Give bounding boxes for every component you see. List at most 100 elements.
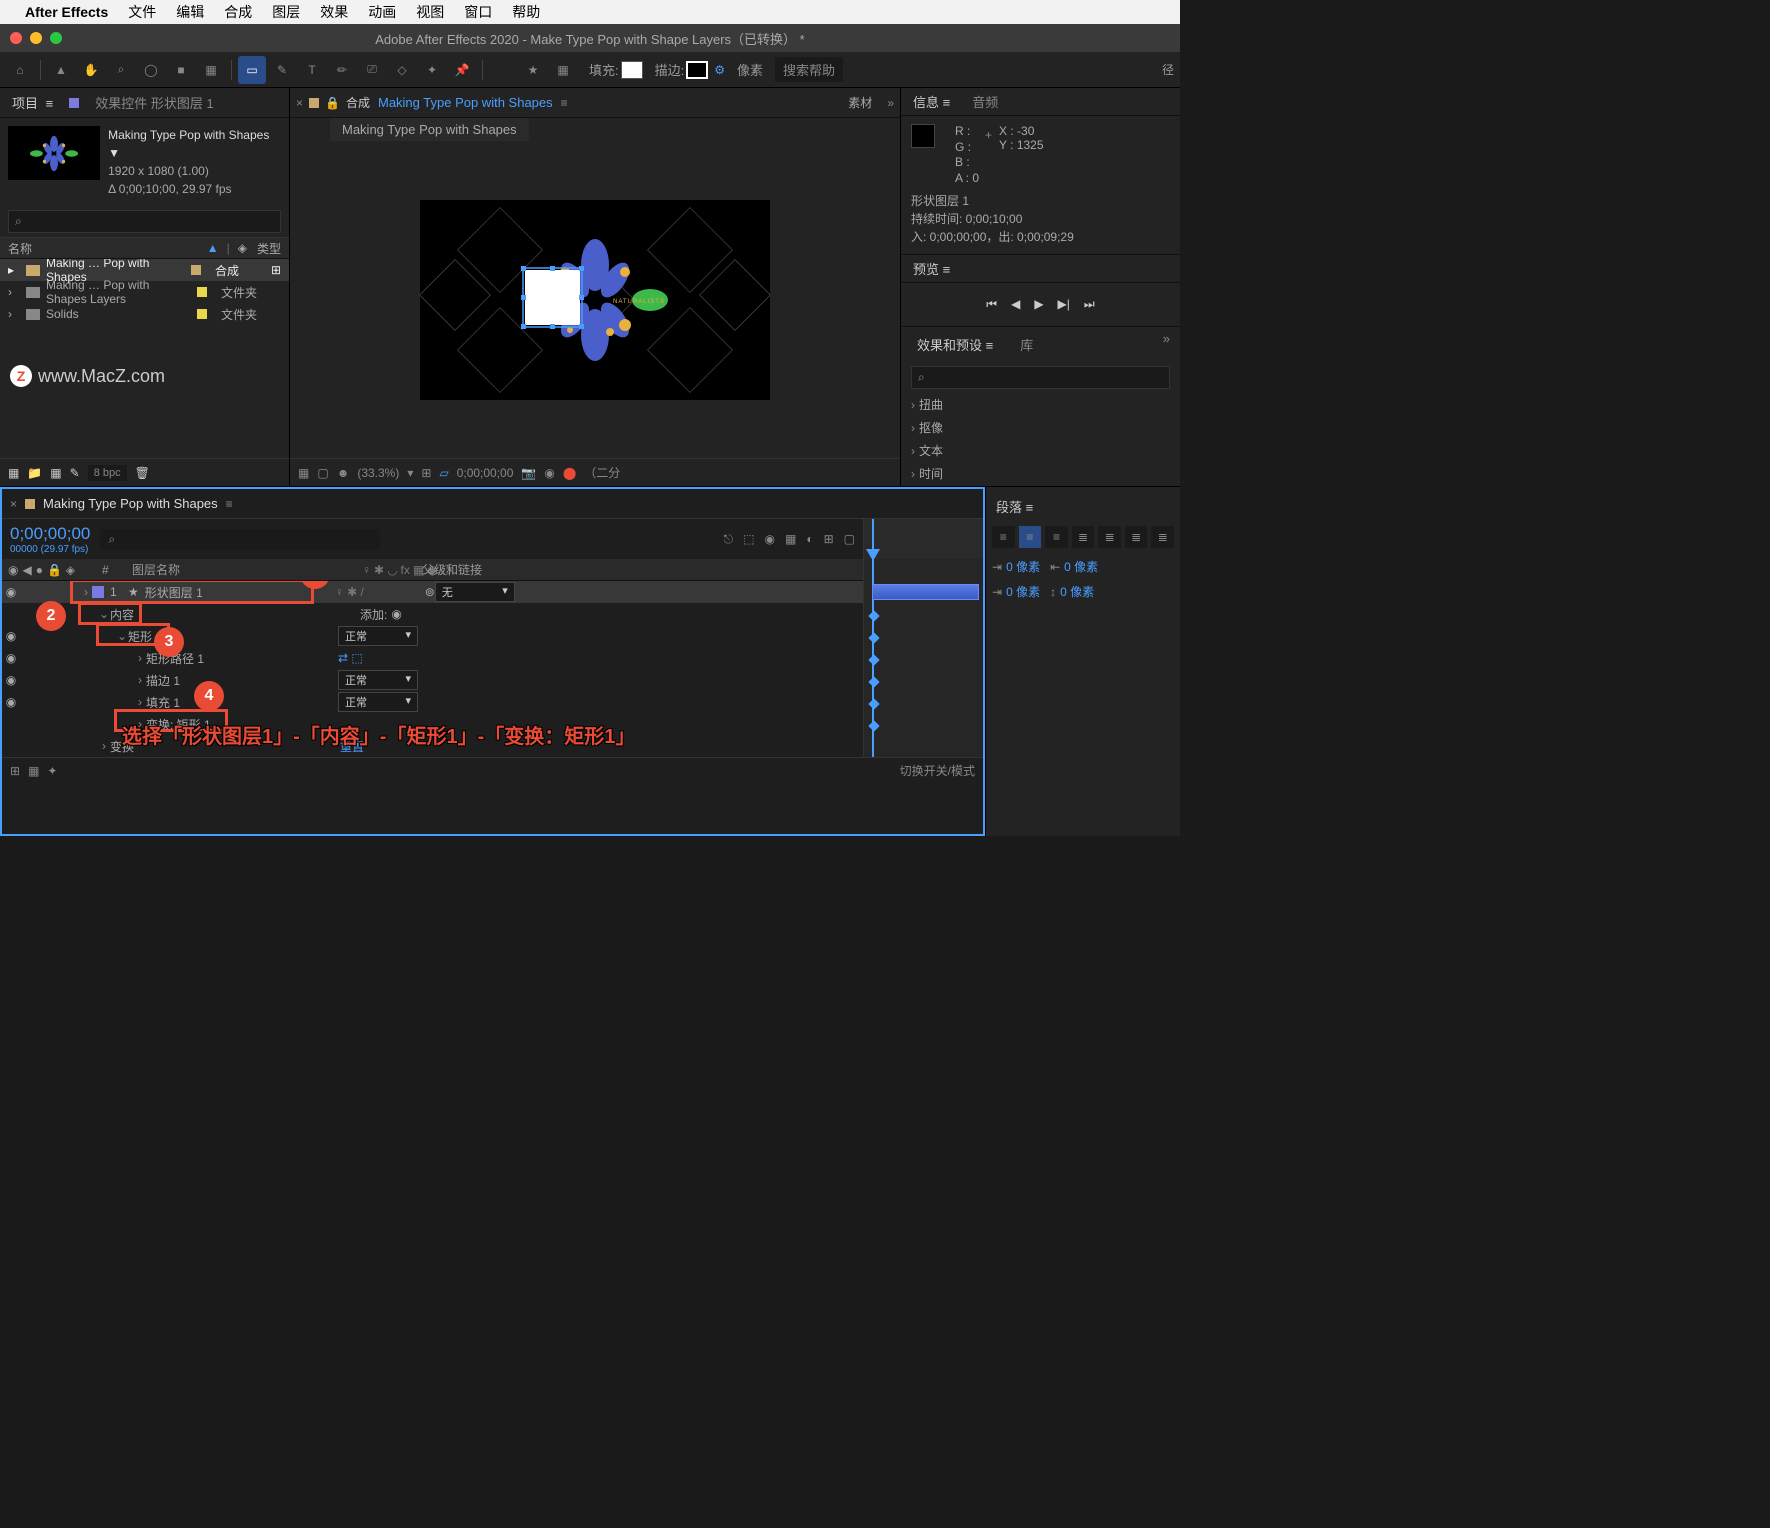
panel-menu-icon[interactable]: ≡ xyxy=(46,96,54,111)
current-time[interactable]: 0;00;00;00 xyxy=(10,524,90,544)
bpc-button[interactable]: 8 bpc xyxy=(88,465,127,481)
hand-tool[interactable]: ✋ xyxy=(77,56,105,84)
motion-blur-icon[interactable]: ◐ xyxy=(806,532,813,547)
keyframe-icon[interactable] xyxy=(868,610,879,621)
indent-first-value[interactable]: 0 像素 xyxy=(1064,558,1098,575)
indent-left-value[interactable]: 0 像素 xyxy=(1006,558,1040,575)
shy-icon[interactable]: ◉ xyxy=(765,532,775,547)
graph-icon[interactable]: ⎋ xyxy=(724,532,734,547)
timeline-track-area[interactable] xyxy=(863,519,983,757)
star-icon[interactable]: ★ xyxy=(519,56,547,84)
time-display[interactable]: 0;00;00;00 xyxy=(457,466,514,480)
menu-view[interactable]: 视图 xyxy=(416,2,444,22)
toggle-switches-label[interactable]: 切换开关/模式 xyxy=(900,762,975,779)
composition-viewer[interactable]: NATURALISTS xyxy=(420,200,770,400)
pen-tool[interactable]: ✎ xyxy=(268,56,296,84)
project-item-folder[interactable]: › Solids 文件夹 xyxy=(0,303,289,325)
blend-mode-dropdown[interactable]: 正常▾ xyxy=(338,670,418,690)
channel-icon[interactable]: ◉ xyxy=(544,466,554,480)
brainstorm-icon[interactable]: ⊞ xyxy=(824,532,834,547)
adjust-icon[interactable]: ✎ xyxy=(70,466,80,480)
maximize-window-button[interactable] xyxy=(50,32,62,44)
col-num-header[interactable]: # xyxy=(102,563,132,577)
prev-frame-button[interactable]: ◀ xyxy=(1011,297,1020,312)
stroke-width-icon[interactable]: ⚙ xyxy=(714,63,725,77)
home-tool[interactable]: ⌂ xyxy=(6,56,34,84)
first-frame-button[interactable]: ⏮ xyxy=(986,297,997,312)
snapshot-icon[interactable]: 📷 xyxy=(521,466,536,480)
menu-file[interactable]: 文件 xyxy=(128,2,156,22)
layer-duration-bar[interactable] xyxy=(872,584,979,600)
lock-icon[interactable]: 🔒 xyxy=(325,96,340,110)
visibility-toggle[interactable]: ◉ xyxy=(2,695,20,709)
layer-row-contents[interactable]: ⌄ 内容 添加: ◉ xyxy=(2,603,863,625)
mask-icon[interactable]: ☻ xyxy=(337,466,350,480)
constrain-icon[interactable]: ⇄ ⬚ xyxy=(338,651,363,665)
layer-row-shape[interactable]: ◉ › 1 ★ 形状图层 1 ♀ ✱ / ⊚ 无▾ xyxy=(2,581,863,603)
project-tab[interactable]: 项目 ≡ xyxy=(6,89,59,116)
visibility-toggle[interactable]: ◉ xyxy=(2,651,20,665)
col-type-header[interactable]: 类型 xyxy=(257,240,281,257)
draft3d-icon[interactable]: ⬚ xyxy=(743,532,754,547)
roto-tool[interactable]: ✦ xyxy=(418,56,446,84)
menu-animation[interactable]: 动画 xyxy=(368,2,396,22)
orbit-tool[interactable]: ◯ xyxy=(137,56,165,84)
region-icon[interactable]: ▱ xyxy=(439,466,448,480)
fill-label[interactable]: 填充: xyxy=(589,60,619,79)
space-after-value[interactable]: 0 像素 xyxy=(1060,583,1094,600)
footage-tab[interactable]: 素材 xyxy=(848,94,872,111)
rectangle-tool[interactable]: ▭ xyxy=(238,56,266,84)
preview-tab[interactable]: 预览 ≡ xyxy=(907,255,956,282)
label-col-icon[interactable]: ◈ xyxy=(66,563,75,577)
transparency-grid-icon[interactable]: ▦ xyxy=(549,56,577,84)
timeline-search-input[interactable]: ⌕ xyxy=(100,529,380,550)
trash-icon[interactable]: 🗑 xyxy=(135,466,150,480)
paragraph-tab[interactable]: 段落 xyxy=(996,500,1022,515)
tag-col-icon[interactable]: ◈ xyxy=(238,241,247,255)
type-tool[interactable]: T xyxy=(298,56,326,84)
menu-window[interactable]: 窗口 xyxy=(464,2,492,22)
color-mgmt-icon[interactable]: ⬤ xyxy=(563,466,576,480)
layer-row-stroke[interactable]: ◉ › 描边 1 正常▾ xyxy=(2,669,863,691)
menu-help[interactable]: 帮助 xyxy=(512,2,540,22)
keyframe-icon[interactable] xyxy=(868,654,879,665)
effect-controls-tab[interactable]: 效果控件 形状图层 1 xyxy=(89,89,219,116)
project-item-folder[interactable]: › Making … Pop with Shapes Layers 文件夹 xyxy=(0,281,289,303)
layer-row-fill[interactable]: ◉ › 填充 1 正常▾ xyxy=(2,691,863,713)
sort-arrow-icon[interactable]: ▲ xyxy=(207,241,219,255)
library-tab[interactable]: 库 xyxy=(1014,331,1039,358)
toggle-switches-icon[interactable]: ⊞ xyxy=(10,764,20,778)
search-help-input[interactable]: 搜索帮助 xyxy=(775,57,843,82)
clone-tool[interactable]: ⎚ xyxy=(358,56,386,84)
blend-mode-dropdown[interactable]: 正常▾ xyxy=(338,626,418,646)
justify-all-button[interactable]: ≣ xyxy=(1151,526,1174,548)
eraser-tool[interactable]: ◇ xyxy=(388,56,416,84)
col-layer-name-header[interactable]: 图层名称 xyxy=(132,561,362,578)
rotation-tool[interactable]: ■ xyxy=(167,56,195,84)
fill-swatch[interactable] xyxy=(621,61,643,79)
project-search-input[interactable]: ⌕ xyxy=(8,210,281,233)
align-right-button[interactable]: ≡ xyxy=(1045,526,1068,548)
comp-tab[interactable]: Making Type Pop with Shapes xyxy=(370,91,561,114)
effects-search-input[interactable]: ⌕ xyxy=(911,366,1170,389)
close-window-button[interactable] xyxy=(10,32,22,44)
effect-category[interactable]: 抠像 xyxy=(911,416,1170,439)
puppet-tool[interactable]: 📌 xyxy=(448,56,476,84)
align-left-button[interactable]: ≡ xyxy=(992,526,1015,548)
effect-category[interactable]: 时间 xyxy=(911,462,1170,485)
render-icon[interactable]: ▦ xyxy=(28,764,39,778)
effect-category[interactable]: 扭曲 xyxy=(911,393,1170,416)
visibility-toggle[interactable]: ◉ xyxy=(2,629,20,643)
justify-last-left-button[interactable]: ≣ xyxy=(1072,526,1095,548)
flowchart-tab[interactable]: Making Type Pop with Shapes xyxy=(330,118,529,141)
res-icon[interactable]: ⊞ xyxy=(421,466,431,480)
app-name[interactable]: After Effects xyxy=(25,4,108,20)
menu-edit[interactable]: 编辑 xyxy=(176,2,204,22)
keyframe-icon[interactable] xyxy=(868,720,879,731)
stroke-label[interactable]: 描边: xyxy=(655,60,685,79)
new-folder-icon[interactable]: 📁 xyxy=(27,466,42,480)
justify-last-center-button[interactable]: ≣ xyxy=(1098,526,1121,548)
flowchart-icon[interactable]: ⊞ xyxy=(271,263,281,277)
stroke-swatch[interactable] xyxy=(686,61,708,79)
align-center-button[interactable]: ≡ xyxy=(1019,526,1042,548)
